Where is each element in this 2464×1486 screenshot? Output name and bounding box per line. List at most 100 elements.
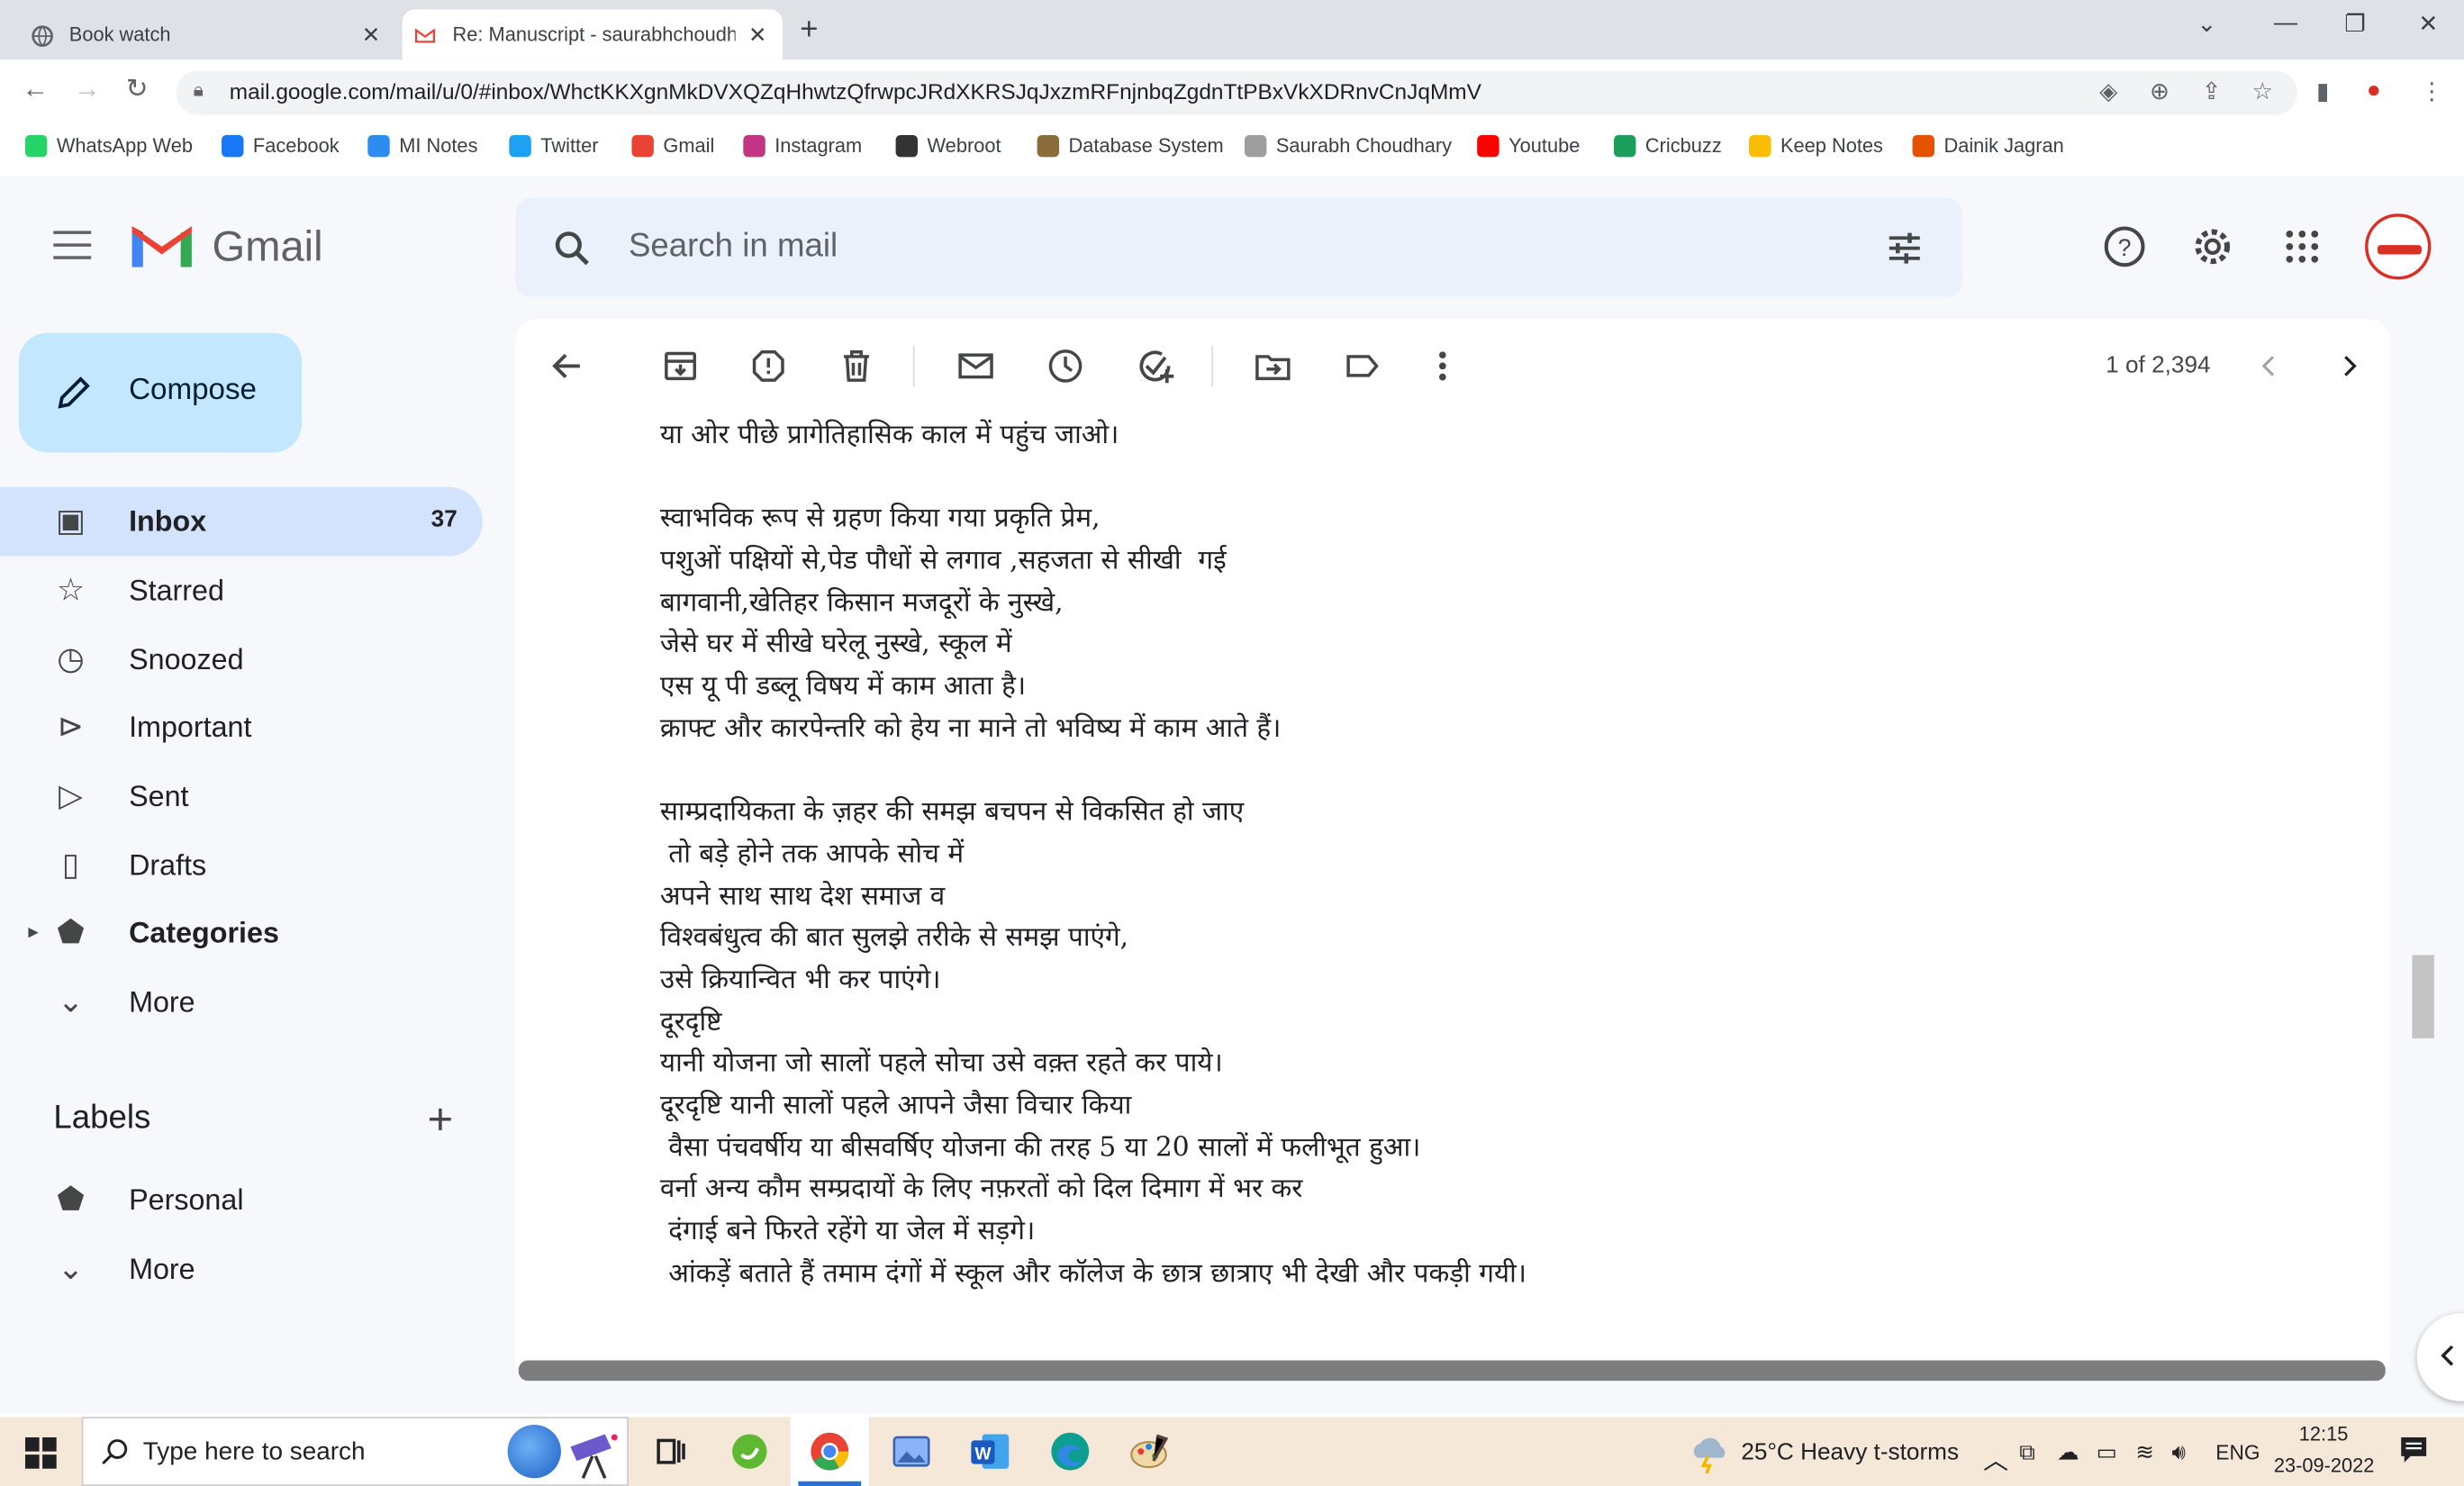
browser-menu-icon[interactable]: ⋮ [2420, 77, 2443, 105]
apps-grid-icon[interactable] [2283, 228, 2321, 266]
bookmark-item[interactable]: Keep Notes [1749, 132, 1883, 160]
bookmark-item[interactable]: Saurabh Choudhary [1244, 132, 1453, 160]
task-view-icon[interactable] [649, 1429, 693, 1473]
search-options-icon[interactable] [1884, 228, 1925, 268]
back-icon[interactable]: ← [22, 74, 49, 105]
archive-icon[interactable] [662, 346, 700, 386]
message-line: उसे क्रियान्वित भी कर पाएंगे। [659, 964, 941, 996]
weather-storm-icon[interactable] [1688, 1433, 1732, 1474]
cast-icon[interactable]: ◈ [2099, 77, 2117, 105]
sidebar-item-label: Inbox [129, 503, 207, 538]
new-tab-icon[interactable]: + [800, 13, 818, 49]
message-line: वैसा पंचवर्षीय या बीसवर्षिए योजना की तरह… [659, 1132, 1421, 1164]
tab-search-icon[interactable]: ⌄ [2197, 9, 2216, 38]
windows-start-icon[interactable] [24, 1436, 57, 1469]
bookmark-item[interactable]: Facebook [222, 132, 340, 160]
sidebar-item-more[interactable]: ⌄ More [0, 967, 483, 1037]
weather-text[interactable]: 25°C Heavy t-storms [1741, 1439, 1959, 1466]
url-text[interactable]: mail.google.com/mail/u/0/#inbox/WhctKKXg… [230, 78, 1481, 104]
sidebar-item-drafts[interactable]: ▯ Drafts [0, 831, 483, 901]
bookmark-label: Twitter [540, 135, 599, 158]
bookmark-favicon-icon [1912, 135, 1934, 158]
sidebar-item-categories[interactable]: ⬟ Categories ▸ [0, 899, 483, 968]
move-to-icon[interactable] [1254, 346, 1291, 386]
search-icon[interactable] [551, 228, 592, 268]
delete-icon[interactable] [838, 346, 875, 386]
edge-icon[interactable] [1048, 1429, 1092, 1473]
taskbar-search-box[interactable]: Type here to search [81, 1417, 629, 1486]
restore-icon[interactable]: ❐ [2344, 9, 2365, 38]
battery-icon[interactable]: ▭ [2097, 1439, 2117, 1466]
bookmark-item[interactable]: MI Notes [367, 132, 477, 160]
profile-icon[interactable]: ● [2367, 77, 2381, 104]
bookmark-item[interactable]: Dainik Jagran [1912, 132, 2064, 160]
zoom-icon[interactable]: ⊕ [2150, 77, 2170, 105]
label-item-personal[interactable]: ⬟ Personal [0, 1165, 483, 1235]
bookmark-item[interactable]: Gmail [631, 132, 714, 160]
more-options-icon[interactable] [1424, 346, 1462, 386]
back-to-inbox-icon[interactable] [548, 346, 586, 386]
bookmark-item[interactable]: Webroot [895, 132, 1001, 160]
share-icon[interactable]: ⇪ [2202, 77, 2222, 105]
sidebar-item-important[interactable]: ⊳ Important [0, 693, 483, 762]
newer-chevron-icon[interactable] [2253, 349, 2285, 383]
main-menu-icon[interactable] [53, 231, 92, 259]
bookmark-item[interactable]: WhatsApp Web [24, 132, 193, 160]
add-to-tasks-icon[interactable] [1135, 346, 1175, 386]
reload-icon[interactable]: ↻ [126, 74, 149, 105]
account-avatar[interactable] [2365, 213, 2432, 280]
horizontal-scrollbar[interactable] [518, 1360, 2386, 1382]
older-chevron-icon[interactable] [2333, 349, 2365, 383]
bookmark-item[interactable]: Youtube [1477, 132, 1580, 160]
close-window-icon[interactable]: ✕ [2418, 9, 2438, 38]
wifi-icon[interactable]: ≋ [2135, 1439, 2153, 1466]
bookmark-star-icon[interactable]: ☆ [2251, 77, 2272, 105]
close-tab-icon[interactable]: ✕ [362, 22, 380, 49]
bookmark-item[interactable]: Twitter [509, 132, 598, 160]
mark-unread-icon[interactable] [957, 346, 995, 386]
lock-icon[interactable]: 🔒︎ [194, 78, 204, 102]
minimize-icon[interactable]: — [2274, 9, 2297, 36]
sidebar-item-starred[interactable]: ☆ Starred [0, 556, 483, 625]
label-as-icon[interactable] [1344, 346, 1381, 386]
bookmark-label: Saurabh Choudhary [1275, 135, 1453, 158]
sidebar-item-snoozed[interactable]: ◷ Snoozed [0, 625, 483, 694]
sidebar-item-sent[interactable]: ▷ Sent [0, 762, 483, 831]
onedrive-icon[interactable]: ☁ [2057, 1439, 2079, 1466]
bookmark-label: Cricbuzz [1644, 135, 1722, 158]
volume-icon[interactable]: 🔊︎ [2171, 1439, 2185, 1466]
clock-time[interactable]: 12:15 [2299, 1423, 2349, 1445]
side-panel-icon[interactable]: ▮ [2316, 77, 2329, 105]
add-label-icon[interactable]: + [428, 1095, 454, 1146]
chat-app-icon[interactable] [728, 1429, 772, 1473]
meet-now-icon[interactable]: ⧉ [2019, 1439, 2034, 1466]
close-tab-icon[interactable]: ✕ [748, 22, 766, 49]
bookmark-item[interactable]: Instagram [743, 132, 862, 160]
tab-manuscript[interactable]: Re: Manuscript - saurabhchoudh ✕ [402, 9, 783, 60]
gmail-logo-icon[interactable] [129, 220, 195, 270]
message-line: विश्वबंधुत्व की बात सुलझे तरीके से समझ प… [659, 922, 1129, 955]
notifications-icon[interactable] [2398, 1434, 2430, 1465]
label-item-more[interactable]: ⌄ More [0, 1235, 483, 1304]
sidebar-item-inbox[interactable]: ▣ Inbox 37 [0, 486, 483, 557]
help-icon[interactable]: ? [2103, 224, 2147, 268]
clock-date[interactable]: 23-09-2022 [2274, 1454, 2375, 1476]
bookmark-item[interactable]: Cricbuzz [1614, 132, 1722, 160]
bookmark-item[interactable]: Database System [1037, 132, 1224, 160]
show-hidden-icons-icon[interactable]: ︿ [1983, 1439, 2008, 1477]
tab-book-watch[interactable]: Book watch ✕ [19, 9, 396, 59]
bookmark-favicon-icon [895, 135, 919, 158]
photos-app-icon[interactable] [890, 1429, 934, 1473]
language-indicator[interactable]: ENG [2215, 1440, 2260, 1463]
word-icon[interactable]: W [968, 1429, 1012, 1473]
bookmark-label: Dainik Jagran [1943, 135, 2064, 158]
settings-icon[interactable] [2190, 224, 2234, 268]
paint-icon[interactable] [1128, 1429, 1173, 1473]
search-input[interactable]: Search in mail [629, 228, 838, 266]
snooze-icon[interactable] [1046, 346, 1084, 386]
expand-arrow-icon[interactable]: ▸ [28, 919, 38, 944]
report-spam-icon[interactable] [749, 346, 787, 386]
label-icon: ⬟ [57, 1182, 85, 1218]
vertical-scrollbar-thumb[interactable] [2412, 955, 2434, 1038]
forward-icon[interactable]: → [74, 74, 101, 105]
